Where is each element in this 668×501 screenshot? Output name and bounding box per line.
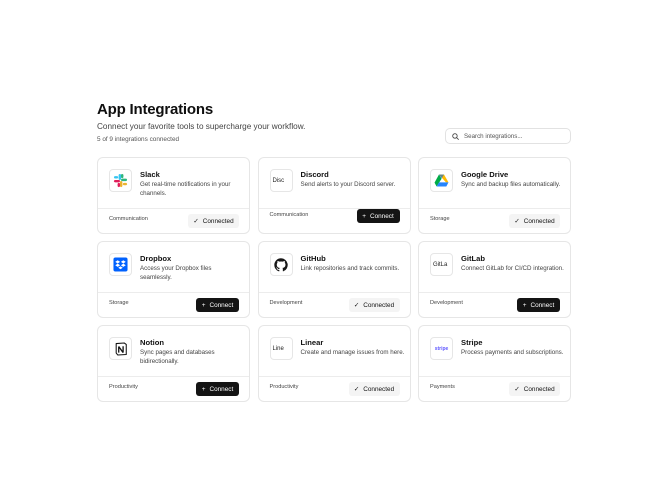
integration-card-discord: Disc Discord Send alerts to your Discord… [257,157,411,234]
dropbox-logo-icon [109,253,132,276]
integration-category: Communication [109,216,148,222]
plus-icon: + [201,301,206,309]
card-body: Slack Get real-time notifications in you… [98,158,249,209]
card-body: Disc Discord Send alerts to your Discord… [258,158,410,209]
card-body: Line Linear Create and manage issues fro… [258,326,410,377]
page-title: App Integrations [97,101,213,118]
broken-image-alt: Disc [272,177,285,184]
connect-button[interactable]: + Connect [517,298,560,312]
integration-category: Development [430,300,463,306]
integration-description: Link repositories and track commits. [300,265,400,272]
card-body: GitLa GitLab Connect GitLab for CI/CD in… [419,242,570,293]
button-label: Connected [363,385,395,393]
integration-category: Storage [109,300,129,306]
gitlab-logo-icon: GitLa [430,253,453,276]
card-body: GitHub Link repositories and track commi… [258,242,410,293]
integration-category: Storage [430,216,450,222]
integration-card-google-drive: Google Drive Sync and backup files autom… [418,157,571,234]
card-body: Dropbox Access your Dropbox files seamle… [98,242,249,293]
search-box[interactable] [445,128,571,144]
integration-category: Development [269,300,303,306]
integration-name: GitHub [300,254,326,263]
integration-name: Slack [140,170,160,179]
plus-icon: + [522,301,527,309]
integration-card-slack: Slack Get real-time notifications in you… [97,157,250,234]
card-body: Notion Sync pages and databases bidirect… [98,326,249,377]
button-label: Connect [369,212,394,220]
integrations-grid: Slack Get real-time notifications in you… [97,157,571,402]
linear-logo-icon: Line [269,337,293,360]
integration-description: Sync and backup files automatically. [461,181,561,188]
button-label: Connected [363,301,395,309]
integrations-count: 5 of 9 integrations connected [97,136,180,143]
integration-name: Google Drive [461,170,509,179]
plus-icon: + [201,385,206,393]
integration-card-gitlab: GitLa GitLab Connect GitLab for CI/CD in… [418,241,571,318]
connected-button[interactable]: ✓ Connected [509,214,560,228]
plus-icon: + [362,212,366,220]
integration-description: Get real-time notifications in your chan… [140,181,231,197]
search-icon [452,132,459,140]
integration-card-linear: Line Linear Create and manage issues fro… [257,325,411,402]
check-icon: ✓ [353,386,360,393]
integration-card-dropbox: Dropbox Access your Dropbox files seamle… [97,241,250,318]
check-icon: ✓ [514,218,520,225]
integration-name: Discord [300,170,329,179]
integration-card-notion: Notion Sync pages and databases bidirect… [97,325,250,402]
button-label: Connected [202,217,234,225]
integration-description: Sync pages and databases bidirectionally… [140,349,215,365]
integration-category: Communication [269,212,309,218]
search-input[interactable] [464,132,564,140]
connected-button[interactable]: ✓ Connected [509,382,560,396]
card-body: stripe Stripe Process payments and subsc… [419,326,570,377]
connect-button[interactable]: + Connect [356,209,400,223]
connected-button[interactable]: ✓ Connected [348,298,400,312]
github-logo-icon [269,253,293,276]
integration-name: Stripe [461,338,483,347]
connect-button[interactable]: + Connect [196,298,239,312]
check-icon: ✓ [514,386,520,393]
integration-category: Productivity [109,384,138,390]
integration-name: Linear [300,338,324,347]
card-body: Google Drive Sync and backup files autom… [419,158,570,209]
integration-name: Dropbox [140,254,172,263]
connected-button[interactable]: ✓ Connected [348,382,400,396]
integration-description: Process payments and subscriptions. [461,349,564,356]
integration-name: GitLab [461,254,486,263]
integration-description: Send alerts to your Discord server. [300,181,396,188]
integration-category: Productivity [269,384,299,390]
broken-image-alt: Line [272,345,284,352]
check-icon: ✓ [353,302,360,309]
integration-description: Access your Dropbox files seamlessly. [140,265,212,281]
stripe-wordmark: stripe [434,345,449,352]
integration-name: Notion [140,338,165,347]
check-icon: ✓ [193,218,199,225]
integration-category: Payments [430,384,455,390]
integration-description: Connect GitLab for CI/CD integration. [461,265,564,272]
button-label: Connect [209,301,234,309]
discord-logo-icon: Disc [269,169,293,192]
button-label: Connected [523,217,555,225]
connect-button[interactable]: + Connect [196,382,239,396]
integration-card-stripe: stripe Stripe Process payments and subsc… [418,325,571,402]
button-label: Connect [209,385,234,393]
page-subtitle: Connect your favorite tools to superchar… [97,122,306,131]
connected-button[interactable]: ✓ Connected [188,214,239,228]
slack-logo-icon [109,169,132,192]
stripe-logo-icon: stripe [430,337,453,360]
integration-description: Create and manage issues from here. [300,349,405,356]
broken-image-alt: GitLa [433,261,448,268]
button-label: Connect [530,301,555,309]
notion-logo-icon [109,337,132,360]
integration-card-github: GitHub Link repositories and track commi… [257,241,411,318]
google-drive-logo-icon [430,169,453,192]
button-label: Connected [523,385,555,393]
